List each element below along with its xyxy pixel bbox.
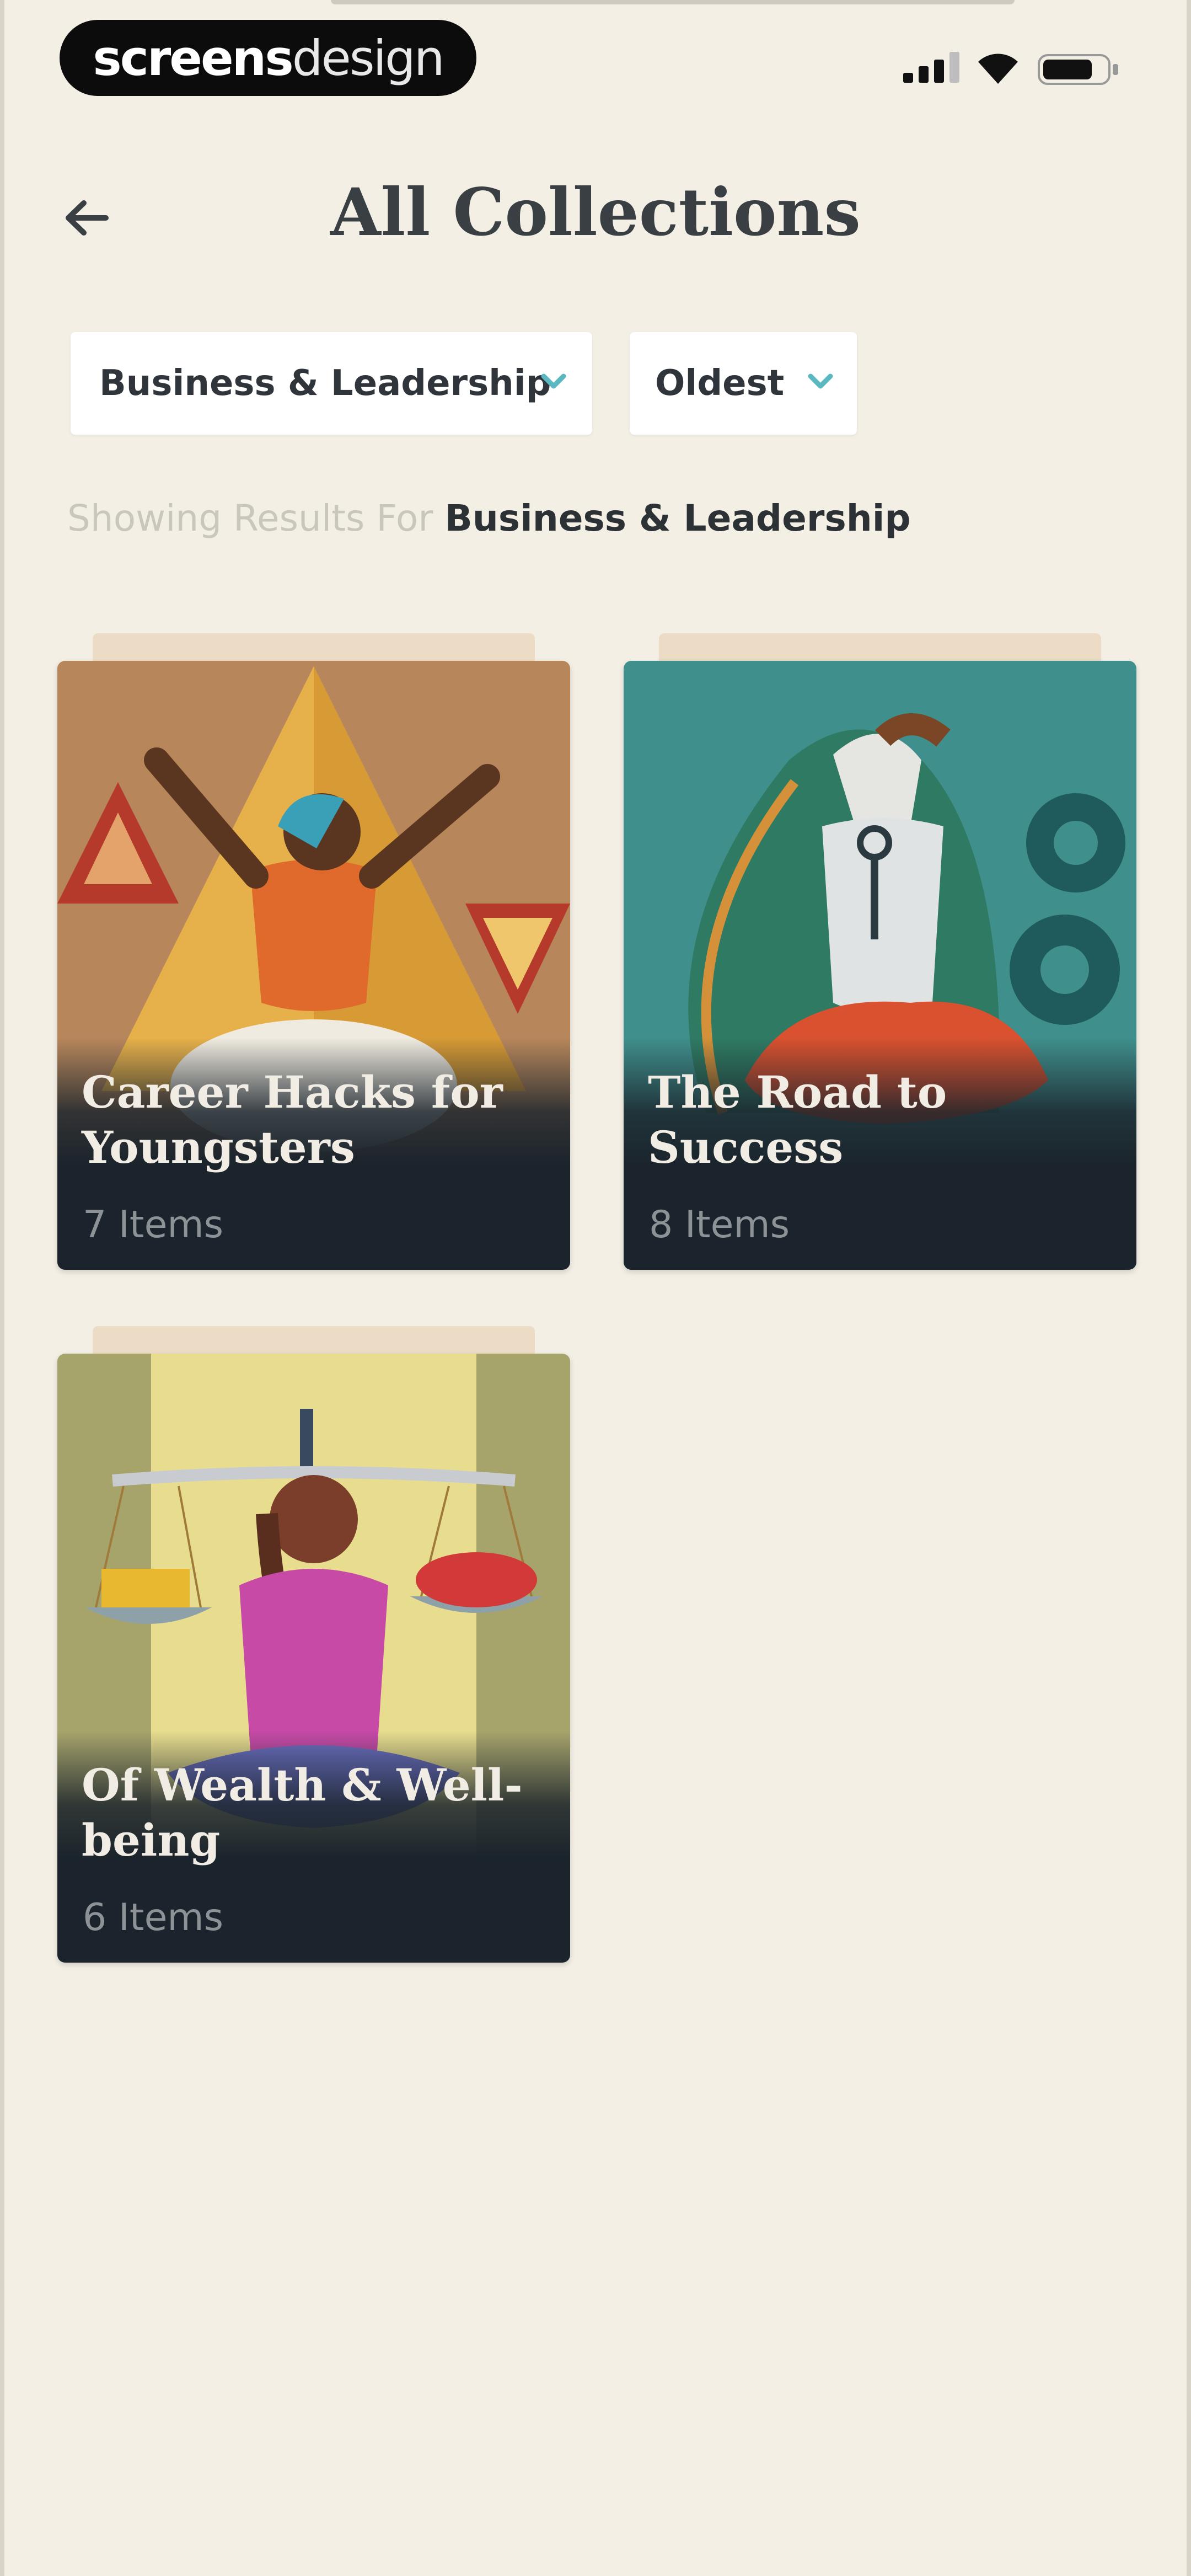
chevron-down-icon [808,373,833,389]
collection-count: 7 Items [83,1203,224,1247]
brand-light: design [292,29,445,87]
wifi-icon [978,54,1018,84]
collection-count: 6 Items [83,1896,224,1939]
collection-title: The Road to Success [648,1066,947,1173]
results-prefix: Showing Results For [67,497,433,539]
chevron-down-icon [541,373,566,389]
device-notch [331,0,1015,4]
collection-card-wrapper: Career Hacks for Youngsters 7 Items [57,633,570,1270]
page-title: All Collections [330,174,861,250]
device-frame-right [1187,0,1191,2576]
results-summary: Showing Results For Business & Leadershi… [67,491,911,546]
collection-title: Career Hacks for Youngsters [82,1066,503,1173]
sort-filter-value: Oldest [655,363,785,404]
device-frame-left [0,0,4,2576]
collection-card[interactable]: Career Hacks for Youngsters 7 Items [57,661,570,1270]
collection-title: Of Wealth & Well-being [82,1759,523,1866]
signal-icon [903,52,959,83]
collection-card[interactable]: The Road to Success 8 Items [624,661,1136,1270]
results-query: Business & Leadership [444,497,911,539]
status-icons [893,51,1125,89]
battery-icon [1038,54,1118,85]
collection-card[interactable]: Of Wealth & Well-being 6 Items [57,1354,570,1963]
category-filter-value: Business & Leadership [99,363,551,404]
brand-watermark: screens design [60,20,476,96]
collection-count: 8 Items [649,1203,790,1247]
sort-filter-dropdown[interactable]: Oldest [630,332,857,435]
collection-card-wrapper: Of Wealth & Well-being 6 Items [57,1326,570,1963]
collection-card-wrapper: The Road to Success 8 Items [624,633,1136,1270]
brand-bold: screens [93,29,293,87]
category-filter-dropdown[interactable]: Business & Leadership [71,332,592,435]
